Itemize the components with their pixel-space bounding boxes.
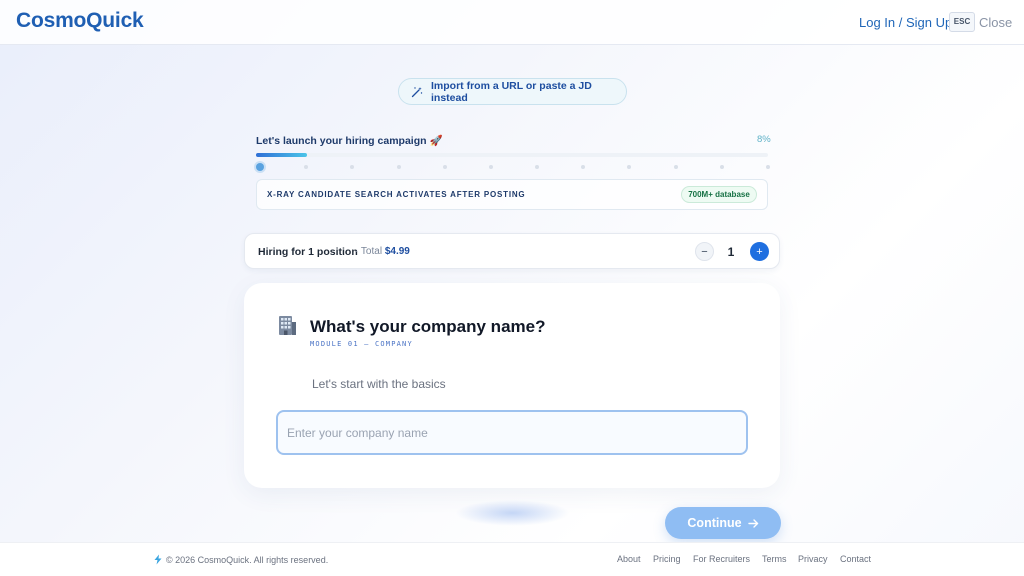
magic-wand-icon	[411, 86, 423, 97]
decrease-positions-button[interactable]: −	[695, 242, 714, 261]
progress-percentage: 8%	[757, 134, 771, 145]
xray-search-text: X-RAY CANDIDATE SEARCH ACTIVATES AFTER P…	[267, 190, 526, 199]
database-badge: 700M+ database	[681, 186, 757, 203]
top-header: CosmoQuick Log In / Sign Up ESC Close	[0, 0, 1024, 45]
step-dot	[766, 165, 770, 169]
progress-bar-fill	[256, 153, 307, 157]
decorative-glow	[455, 500, 570, 526]
footer-link-for-recruiters[interactable]: For Recruiters	[693, 554, 750, 564]
cosmoquick-logo[interactable]: CosmoQuick	[16, 9, 144, 33]
increase-positions-button[interactable]: +	[750, 242, 769, 261]
total-price: $4.99	[384, 246, 410, 257]
continue-button[interactable]: Continue	[665, 507, 781, 539]
company-name-input[interactable]	[276, 410, 748, 455]
xray-search-banner: X-RAY CANDIDATE SEARCH ACTIVATES AFTER P…	[256, 179, 768, 210]
office-building-icon	[279, 316, 296, 335]
close-button[interactable]: Close	[979, 15, 1012, 30]
step-dot	[397, 165, 401, 169]
footer-link-pricing[interactable]: Pricing	[653, 554, 681, 564]
login-signup-link[interactable]: Log In / Sign Up	[859, 15, 952, 30]
step-dot	[256, 163, 264, 171]
copyright: © 2026 CosmoQuick. All rights reserved.	[153, 554, 328, 565]
footer-link-privacy[interactable]: Privacy	[798, 554, 828, 564]
step-dot	[627, 165, 631, 169]
step-dot	[304, 165, 308, 169]
positions-quantity: 1	[727, 245, 735, 259]
import-url-button[interactable]: Import from a URL or paste a JD instead	[398, 78, 627, 105]
arrow-right-icon	[747, 518, 758, 528]
total-prefix: · Total	[355, 246, 383, 257]
company-name-question: What's your company name?	[310, 317, 546, 336]
module-label: MODULE 01 — COMPANY	[310, 340, 413, 348]
hiring-positions-bar: Hiring for 1 position · Total $4.99 − 1 …	[244, 233, 780, 269]
campaign-title: Let's launch your hiring campaign 🚀	[256, 135, 443, 147]
step-indicators	[256, 163, 770, 171]
lightning-icon	[154, 554, 162, 565]
footer-link-contact[interactable]: Contact	[840, 554, 871, 564]
step-dot	[443, 165, 447, 169]
step-dot	[581, 165, 585, 169]
company-name-card: What's your company name? MODULE 01 — CO…	[244, 283, 780, 488]
import-url-label: Import from a URL or paste a JD instead	[431, 79, 592, 104]
step-dot	[350, 165, 354, 169]
step-dot	[720, 165, 724, 169]
continue-label: Continue	[687, 516, 742, 530]
footer-link-terms[interactable]: Terms	[762, 554, 787, 564]
card-subtitle: Let's start with the basics	[312, 377, 446, 391]
hiring-positions-label: Hiring for 1 position	[258, 246, 358, 258]
step-dot	[674, 165, 678, 169]
hiring-total: · Total $4.99	[355, 246, 410, 257]
progress-bar	[256, 153, 768, 157]
esc-key-hint: ESC	[949, 12, 975, 32]
footer-link-about[interactable]: About	[617, 554, 641, 564]
copyright-text: © 2026 CosmoQuick. All rights reserved.	[166, 554, 329, 565]
step-dot	[489, 165, 493, 169]
page-footer: © 2026 CosmoQuick. All rights reserved. …	[0, 542, 1024, 576]
step-dot	[535, 165, 539, 169]
